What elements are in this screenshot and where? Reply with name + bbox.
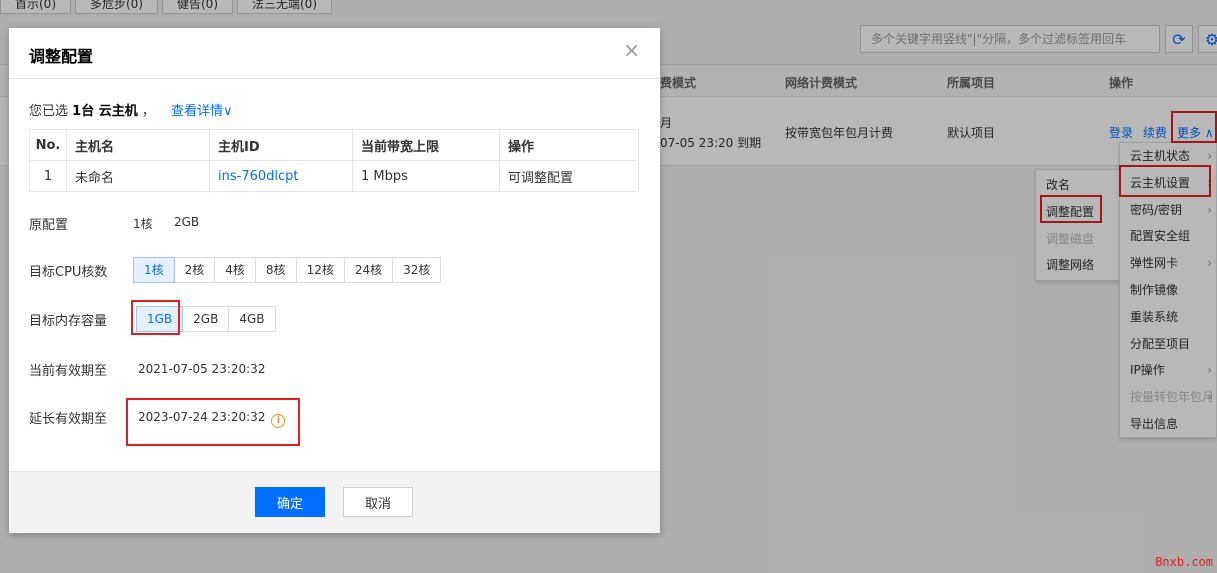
cpu-option[interactable]: 24核: [343, 257, 394, 283]
mem-label: 目标内存容量: [29, 314, 108, 329]
mem-selector: 1GB 2GB 4GB: [136, 306, 276, 332]
extend-value: 2023-07-24 23:20:32 i: [138, 410, 286, 428]
cpu-option[interactable]: 8核: [254, 257, 297, 283]
mem-option[interactable]: 4GB: [228, 306, 276, 332]
cpu-option[interactable]: 12核: [295, 257, 345, 283]
table-row: 1 未命名 ins-760dlcpt 1 Mbps 可调整配置: [29, 160, 639, 192]
dialog-footer: 确定 取消: [9, 471, 660, 533]
expire-label: 当前有效期至: [29, 364, 108, 379]
host-id-link[interactable]: ins-760dlcpt: [209, 160, 353, 192]
selection-summary: 您已选 1台 云主机 ， 查看详情∨: [29, 104, 233, 119]
cpu-option[interactable]: 1核: [133, 257, 175, 283]
watermark: Bnxb.com: [1155, 555, 1213, 569]
chevron-down-icon: ∨: [223, 104, 233, 119]
mem-option[interactable]: 1GB: [136, 306, 184, 332]
dialog-header: 调整配置 ×: [9, 28, 660, 79]
cpu-selector: 1核 2核 4核 8核 12核 24核 32核: [133, 257, 442, 283]
expire-value: 2021-07-05 23:20:32: [138, 362, 266, 376]
mem-option[interactable]: 2GB: [182, 306, 230, 332]
info-icon[interactable]: i: [271, 414, 286, 428]
cancel-button[interactable]: 取消: [343, 487, 413, 517]
cpu-option[interactable]: 4核: [214, 257, 256, 283]
selected-hosts-table: No. 主机名 主机ID 当前带宽上限 操作 1 未命名 ins-760dlcp…: [29, 129, 639, 192]
confirm-button[interactable]: 确定: [255, 487, 325, 517]
bandwidth: 1 Mbps: [352, 160, 500, 192]
view-details-link[interactable]: 查看详情∨: [171, 104, 233, 119]
orig-mem: 2GB: [174, 215, 200, 229]
selected-count: 1台 云主机: [72, 104, 138, 119]
table-header-row: No. 主机名 主机ID 当前带宽上限 操作: [29, 129, 639, 161]
extend-label: 延长有效期至: [29, 412, 108, 427]
dialog-title: 调整配置: [29, 47, 94, 66]
cpu-option[interactable]: 32核: [392, 257, 442, 283]
resize-config-dialog: 调整配置 × 您已选 1台 云主机 ， 查看详情∨ No. 主机名 主机ID 当…: [9, 28, 660, 533]
cpu-label: 目标CPU核数: [29, 265, 108, 280]
orig-config-label: 原配置: [29, 218, 69, 233]
close-icon[interactable]: ×: [623, 40, 640, 60]
op-status: 可调整配置: [499, 160, 639, 192]
cpu-option[interactable]: 2核: [173, 257, 216, 283]
orig-cpu: 1核: [133, 217, 153, 231]
host-name: 未命名: [66, 160, 210, 192]
